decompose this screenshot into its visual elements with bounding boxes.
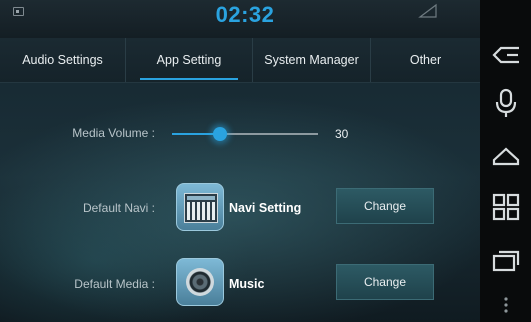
navi-app-icon	[176, 183, 224, 231]
tab-bar: Audio Settings App Setting System Manage…	[0, 38, 480, 83]
signal-icon	[418, 3, 437, 18]
notification-icon	[13, 7, 24, 16]
apps-icon[interactable]	[491, 192, 521, 222]
tab-other[interactable]: Other	[370, 38, 480, 82]
tab-audio-settings[interactable]: Audio Settings	[0, 38, 125, 82]
default-navi-label: Default Navi :	[82, 201, 155, 215]
recents-icon[interactable]	[491, 247, 521, 277]
media-volume-value: 30	[335, 127, 349, 141]
music-app-icon	[176, 258, 224, 306]
home-icon[interactable]	[491, 138, 521, 168]
status-bar: 02:32	[0, 0, 480, 38]
more-icon[interactable]	[503, 296, 509, 314]
change-navi-button[interactable]: Change	[336, 188, 434, 224]
tab-app-setting[interactable]: App Setting	[125, 38, 252, 82]
media-volume-label: Media Volume :	[72, 126, 155, 140]
media-volume-slider[interactable]	[172, 127, 318, 141]
clock: 02:32	[215, 2, 275, 27]
app-settings-screen: 02:32 Audio Settings App Setting System …	[0, 0, 480, 322]
slider-thumb[interactable]	[213, 127, 227, 141]
media-app-name: Music	[229, 277, 265, 291]
default-media-label: Default Media :	[74, 277, 155, 291]
back-icon[interactable]	[491, 40, 521, 70]
tab-system-manager[interactable]: System Manager	[252, 38, 370, 82]
change-media-button[interactable]: Change	[336, 264, 434, 300]
mic-icon[interactable]	[491, 88, 521, 118]
navi-app-name: Navi Setting	[229, 201, 302, 215]
navigation-sidebar	[480, 0, 531, 322]
